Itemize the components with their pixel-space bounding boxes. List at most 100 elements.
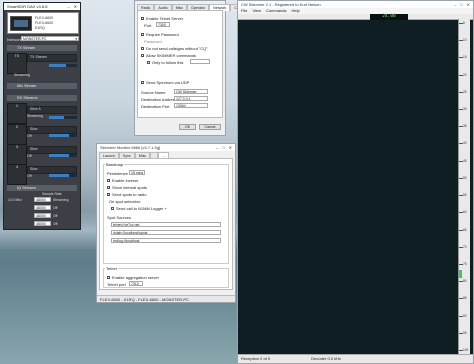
no-send-callsigns-checkbox[interactable]: Do not send callsigns without "CQ" <box>141 46 208 51</box>
skimmer-monitor-window: Skimmer Monitor 6666 [v4.7.1.5g] – □ ✕ Lau… <box>96 143 236 303</box>
spot-source-3[interactable]: hrdlog://localhost <box>111 238 221 243</box>
persistence-select[interactable]: 15 mins <box>129 170 145 175</box>
cw-skimmer-statusbar: Reception 0 of 0 Decoder 0.0 kHz <box>238 354 473 363</box>
scale-tick-label: 55 <box>463 193 467 198</box>
chevron-down-icon: ▾ <box>75 37 77 41</box>
cancel-button[interactable]: Cancel <box>199 124 221 130</box>
minimize-icon[interactable]: – <box>454 1 456 8</box>
scale-tick-label: 20 <box>463 72 467 77</box>
iq-4-rate[interactable]: 48000 <box>34 221 51 226</box>
allow-commands-label: Allow SKIMMER commands <box>146 53 197 58</box>
check-icon: ✓ <box>107 193 111 198</box>
spot-source-1[interactable]: telnet://ve7cc.net <box>111 222 221 227</box>
dest-addr-input[interactable]: 127.0.0.1 <box>174 96 208 101</box>
scale-tick-label: 70 <box>463 244 467 249</box>
telnet-port-value: 7310 <box>131 282 139 286</box>
iq-3-rate[interactable]: 48000 <box>34 213 51 218</box>
tuning-marker[interactable] <box>459 270 462 279</box>
only-follow-input[interactable] <box>190 59 210 64</box>
enable-agg-checkbox[interactable]: ✓Enable aggregation server <box>107 275 159 280</box>
mic-section-header: Mic Stream <box>7 83 77 89</box>
status-mid: Decoder 0.0 kHz <box>311 356 342 361</box>
telnet-label: Telnet <box>105 266 118 271</box>
rx-tile-1[interactable]: 1 <box>7 103 27 124</box>
minimize-icon[interactable]: – <box>216 144 218 151</box>
only-follow-checkbox[interactable]: Only to follow this <box>147 60 183 65</box>
rx-tile-4[interactable]: 4 <box>7 164 27 185</box>
iq-3-status: Off <box>53 214 58 218</box>
spot-source-2[interactable]: dxlab://localhost/spots <box>111 230 221 235</box>
spot-source-1-value: telnet://ve7cc.net <box>113 223 140 227</box>
allow-commands-checkbox[interactable]: ✓Allow SKIMMER commands <box>141 53 196 58</box>
scale-tick-label: 6 <box>463 21 465 25</box>
rx-section-label: RX Streams <box>17 96 38 100</box>
close-icon[interactable]: ✕ <box>467 1 470 8</box>
rx-4-meter <box>49 174 77 177</box>
rx-tile-3[interactable]: 3 <box>7 144 27 165</box>
radio-image <box>10 16 32 31</box>
iq-2-rate-value: 48000 <box>36 206 46 210</box>
telnet-port-input[interactable]: 7310 <box>129 281 143 286</box>
enable-telnet-checkbox[interactable]: ✓Enable Telnet Server <box>141 16 183 21</box>
check-icon: ✓ <box>141 17 145 22</box>
rx-row-2[interactable]: Slice <box>27 126 77 134</box>
source-name-label: Source Name <box>141 90 166 95</box>
radio-screen <box>14 20 28 27</box>
dest-addr-value: 127.0.0.1 <box>176 97 191 101</box>
tx-tile[interactable]: TX <box>7 53 27 74</box>
spot-source-3-value: hrdlog://localhost <box>113 239 140 243</box>
iq-2-rate[interactable]: 48000 <box>34 205 51 210</box>
send-spots-checkbox[interactable]: ✓Send spots to radio <box>107 192 146 197</box>
port-input[interactable]: 7300 <box>156 22 170 27</box>
scale-tick-label: 80 <box>463 279 467 284</box>
scale-tick-label: 90 <box>463 313 467 318</box>
rx-tile-2[interactable]: 2 <box>7 124 27 145</box>
send-call-checkbox[interactable]: Send call to N1MM Logger + <box>111 206 167 211</box>
iq-1-freq: 14.0 Mhz <box>8 198 22 202</box>
iq-2-status: Off <box>53 206 58 210</box>
checkbox-icon <box>147 61 150 65</box>
network-value: MONSTER-PC <box>23 37 47 41</box>
iq-section-header: IQ Streams <box>7 185 77 191</box>
rx-row-3[interactable]: Slice <box>27 146 77 154</box>
smartsdr-titlebar[interactable]: SmartSDR DAX v3.8.8 – ✕ <box>4 3 80 10</box>
rx-tile-1-label: 1 <box>16 104 18 108</box>
send-udp-checkbox[interactable]: Send Spectrum via UDP <box>141 80 189 85</box>
rx-row-4[interactable]: Slice <box>27 166 77 174</box>
persistence-label: Persistence <box>107 171 128 176</box>
network-select[interactable]: MONSTER-PC ▾ <box>21 36 79 41</box>
mic-section-label: Mic Stream <box>17 84 37 88</box>
dest-addr-label: Destination Address <box>141 97 177 102</box>
skimmer-statusbar: FLEX-6600 - K1RQ - FLEX-6600 - MONSTER-P… <box>97 295 235 302</box>
scale-tick-label: 95 <box>463 330 467 335</box>
close-icon[interactable]: ✕ <box>229 144 232 151</box>
maximize-icon[interactable]: □ <box>460 1 462 8</box>
scale-tick-label: 25 <box>463 89 467 94</box>
waterfall-area[interactable] <box>238 20 458 354</box>
check-icon: ✓ <box>107 186 111 191</box>
checkbox-icon <box>107 179 110 183</box>
ok-button[interactable]: OK <box>179 124 196 130</box>
check-icon: ✓ <box>107 276 111 281</box>
show-internal-checkbox[interactable]: ✓Show internal spots <box>107 185 147 190</box>
minimize-icon[interactable]: – <box>67 3 69 10</box>
require-password-checkbox[interactable]: Require Password <box>141 32 179 37</box>
source-name-input[interactable]: CW Skimmer <box>174 89 208 94</box>
enable-inverse-checkbox[interactable]: Enable inverse <box>107 178 138 183</box>
cw-skimmer-titlebar[interactable]: CW Skimmer 2.1 - Registered to Kurt Nels… <box>238 1 473 8</box>
iq-1-rate[interactable]: 48000 <box>34 197 51 202</box>
tx-section-header: TX Stream <box>7 45 77 51</box>
send-udp-label: Send Spectrum via UDP <box>146 80 190 85</box>
skimmer-titlebar[interactable]: Skimmer Monitor 6666 [v4.7.1.5g] – □ ✕ <box>97 144 235 151</box>
tx-stream-row[interactable]: TX Stream <box>27 54 77 62</box>
rx-row-1[interactable]: Slice A <box>27 106 77 114</box>
maximize-icon[interactable]: □ <box>222 144 224 151</box>
scale-tick-label: 65 <box>463 227 467 232</box>
rx-3-status: Off <box>27 154 32 158</box>
no-send-callsigns-label: Do not send callsigns without "CQ" <box>146 46 208 51</box>
close-icon[interactable]: ✕ <box>74 3 77 10</box>
dest-port-input[interactable]: 13064 <box>174 103 208 108</box>
scale-tick-label: 75 <box>463 261 467 266</box>
radio-callsign: K1RQ <box>35 26 45 30</box>
dest-port-value: 13064 <box>176 104 186 108</box>
